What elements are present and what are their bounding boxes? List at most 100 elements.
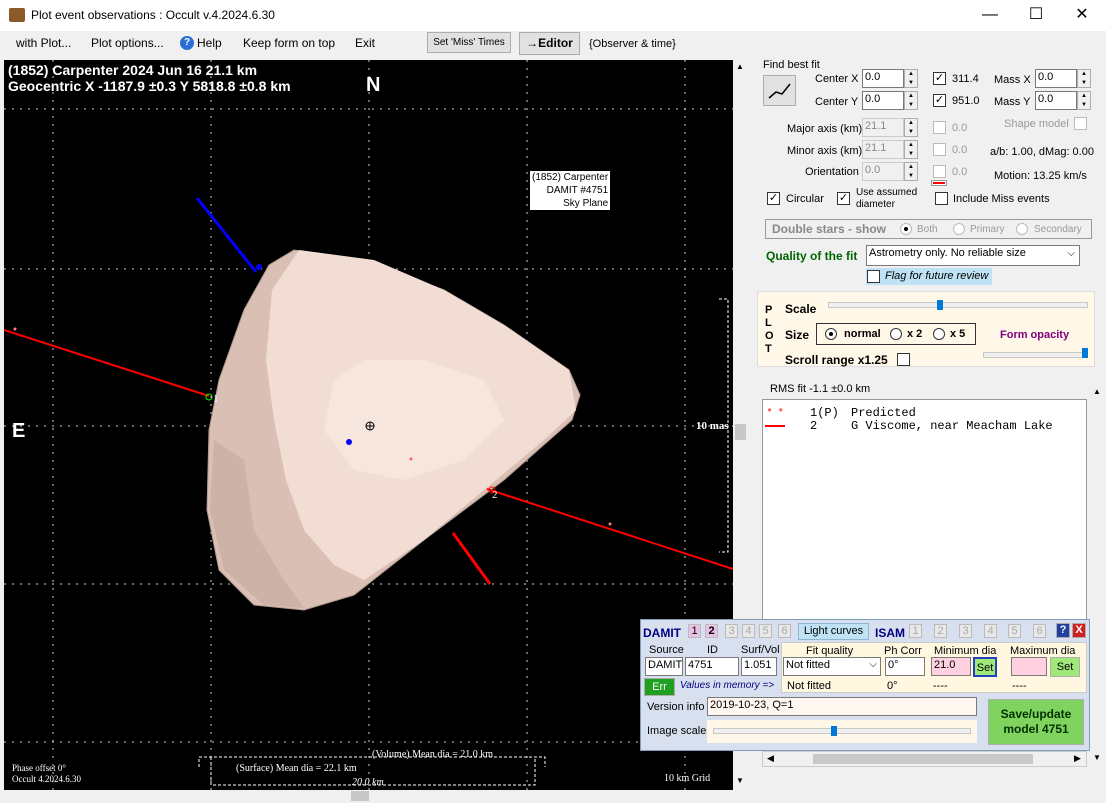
damit-model-6[interactable]: 6	[778, 624, 791, 638]
mass-x-spinner[interactable]: ▲ ▼	[1077, 69, 1091, 88]
minimize-button[interactable]: —	[967, 4, 1013, 26]
major-axis-input[interactable]: 21.1	[862, 118, 904, 137]
shape-model-checkbox[interactable]	[1074, 117, 1087, 130]
legend-hscroll-left[interactable]: ◀	[767, 753, 774, 764]
damit-model-5[interactable]: 5	[759, 624, 772, 638]
version-info-input[interactable]: 2019-10-23, Q=1	[707, 697, 977, 716]
menu-plot-options[interactable]: Plot options...	[91, 36, 164, 50]
help-icon[interactable]: ?	[180, 36, 194, 50]
damit-model-4[interactable]: 4	[742, 624, 755, 638]
image-scale-slider-box[interactable]	[707, 720, 977, 743]
menu-exit[interactable]: Exit	[355, 36, 375, 50]
close-button[interactable]: ✕	[1059, 4, 1105, 26]
major-axis-checkbox[interactable]	[933, 121, 946, 134]
scale-slider[interactable]	[828, 302, 1088, 308]
damit-close-button[interactable]: X	[1072, 623, 1086, 638]
source-input[interactable]: DAMIT	[645, 657, 683, 676]
orientation-checkbox[interactable]	[933, 165, 946, 178]
damit-help-button[interactable]: ?	[1056, 623, 1070, 638]
isam-model-4[interactable]: 4	[984, 624, 997, 638]
fit-quality-select[interactable]: Not fitted ⌵	[783, 657, 881, 676]
save-update-model-button[interactable]: Save/update model 4751	[988, 699, 1084, 745]
id-header: ID	[707, 644, 718, 656]
minor-axis-spinner[interactable]: ▲ ▼	[904, 140, 918, 159]
scroll-down-arrow[interactable]: ▼	[736, 776, 744, 785]
plot-canvas[interactable]: (1852) Carpenter 2024 Jun 16 21.1 km Geo…	[4, 60, 733, 790]
max-dia-set-button[interactable]: Set	[1050, 657, 1080, 677]
use-assumed-checkbox[interactable]: ✓	[837, 192, 850, 205]
maximize-button[interactable]: ☐	[1013, 4, 1059, 26]
mass-y-input[interactable]: 0.0	[1035, 91, 1077, 110]
light-curves-button[interactable]: Light curves	[798, 623, 869, 640]
quality-select[interactable]: Astrometry only. No reliable size ⌵	[866, 245, 1080, 266]
blue-center-point	[346, 439, 352, 445]
minor-axis-input[interactable]: 21.1	[862, 140, 904, 159]
secondary-radio[interactable]	[1016, 223, 1028, 235]
hscroll-thumb[interactable]	[351, 791, 369, 801]
best-fit-button[interactable]	[763, 75, 796, 106]
center-y-input[interactable]: 0.0	[862, 91, 904, 110]
max-dia-input[interactable]	[1011, 657, 1047, 676]
ph-corr-input[interactable]: 0°	[885, 657, 925, 676]
both-radio[interactable]	[900, 223, 912, 235]
min-dia-input[interactable]: 21.0	[931, 657, 971, 676]
set-miss-times-button[interactable]: Set 'Miss' Times	[427, 32, 511, 53]
quality-label: Quality of the fit	[766, 249, 858, 263]
scroll-up-arrow[interactable]: ▲	[736, 62, 744, 71]
legend-hscrollbar[interactable]: ◀ ▶	[762, 751, 1087, 767]
menu-keep-on-top[interactable]: Keep form on top	[243, 36, 335, 50]
include-miss-checkbox[interactable]	[935, 192, 948, 205]
plot-hscrollbar[interactable]	[4, 790, 733, 802]
center-x-input[interactable]: 0.0	[862, 69, 904, 88]
size-normal-radio[interactable]	[825, 328, 837, 340]
editor-button[interactable]: →Editor	[519, 32, 580, 55]
chord-tail-2	[451, 532, 492, 585]
size-x2-radio[interactable]	[890, 328, 902, 340]
legend-hscroll-right[interactable]: ▶	[1074, 753, 1081, 764]
minor-axis-checkbox[interactable]	[933, 143, 946, 156]
menu-with-plot[interactable]: with Plot...	[16, 36, 71, 50]
mass-x-input[interactable]: 0.0	[1035, 69, 1077, 88]
opacity-slider-thumb[interactable]	[1081, 348, 1088, 358]
panel-scroll-down[interactable]: ▼	[1093, 753, 1101, 762]
size-x5-radio[interactable]	[933, 328, 945, 340]
circular-checkbox[interactable]: ✓	[767, 192, 780, 205]
id-input[interactable]: 4751	[685, 657, 739, 676]
panel-vscrollbar[interactable]: ▲ ▼	[1091, 385, 1104, 767]
surfvol-input[interactable]: 1.051	[741, 657, 777, 676]
scale-slider-thumb[interactable]	[936, 300, 943, 310]
image-scale-slider-thumb[interactable]	[831, 726, 838, 736]
min-dia-set-button[interactable]: Set	[973, 657, 997, 677]
damit-model-2[interactable]: 2	[705, 624, 718, 638]
err-button[interactable]: Err	[644, 678, 675, 696]
flag-review-checkbox[interactable]	[867, 270, 880, 283]
isam-model-2[interactable]: 2	[934, 624, 947, 638]
menu-help[interactable]: Help	[197, 36, 222, 50]
mass-y-spinner[interactable]: ▲ ▼	[1077, 91, 1091, 110]
orientation-input[interactable]: 0.0	[862, 162, 904, 181]
isam-model-5[interactable]: 5	[1008, 624, 1021, 638]
center-x-spinner[interactable]: ▲ ▼	[904, 69, 918, 88]
damit-model-1[interactable]: 1	[688, 624, 701, 638]
legend-row-2[interactable]: 2 G Viscome, near Meacham Lake	[763, 419, 1083, 433]
legend-hscroll-thumb[interactable]	[813, 754, 1033, 764]
orientation-spinner[interactable]: ▲ ▼	[904, 162, 918, 181]
primary-radio[interactable]	[953, 223, 965, 235]
scroll-range-checkbox[interactable]	[897, 353, 910, 366]
val-311-label: 311.4	[952, 73, 979, 85]
fit-chart-icon	[768, 83, 791, 99]
chk-951-checkbox[interactable]: ✓	[933, 94, 946, 107]
scroll-thumb[interactable]	[735, 424, 746, 440]
isam-model-1[interactable]: 1	[909, 624, 922, 638]
panel-scroll-up[interactable]: ▲	[1093, 387, 1101, 396]
motion-label: Motion: 13.25 km/s	[994, 170, 1087, 182]
isam-model-3[interactable]: 3	[959, 624, 972, 638]
legend-row-1[interactable]: •• 1(P) Predicted	[763, 404, 1083, 420]
opacity-slider[interactable]	[983, 352, 1088, 358]
chk-311-checkbox[interactable]: ✓	[933, 72, 946, 85]
damit-model-3[interactable]: 3	[725, 624, 738, 638]
isam-model-6[interactable]: 6	[1033, 624, 1046, 638]
major-axis-spinner[interactable]: ▲ ▼	[904, 118, 918, 137]
center-y-spinner[interactable]: ▲ ▼	[904, 91, 918, 110]
image-scale-slider[interactable]	[713, 728, 971, 734]
